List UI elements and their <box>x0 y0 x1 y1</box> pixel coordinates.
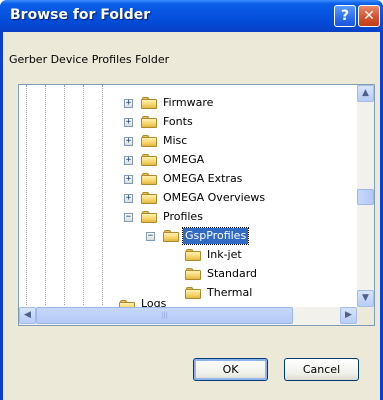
tree-item-profiles[interactable]: − Profiles <box>123 208 353 226</box>
dialog-description: Gerber Device Profiles Folder <box>9 53 170 66</box>
collapse-icon[interactable]: − <box>146 232 155 241</box>
expand-icon[interactable]: + <box>124 118 133 127</box>
tree-item-label: Fonts <box>163 115 193 128</box>
folder-icon <box>141 97 158 110</box>
expand-icon[interactable]: + <box>124 156 133 165</box>
tree-item-firmware[interactable]: + Firmware <box>123 94 353 112</box>
tree-item-omega-overviews[interactable]: + OMEGA Overviews <box>123 189 353 207</box>
expand-icon[interactable]: + <box>124 99 133 108</box>
tree-item-label: OMEGA Extras <box>163 172 243 185</box>
tree-item-label: Misc <box>163 134 188 147</box>
tree-item-fonts[interactable]: + Fonts <box>123 113 353 131</box>
expand-icon[interactable]: + <box>124 137 133 146</box>
tree-item-label: OMEGA <box>163 153 205 166</box>
dialog-body: Gerber Device Profiles Folder + Firmware… <box>3 32 380 400</box>
scrollbar-corner <box>357 307 374 325</box>
scroll-right-button[interactable]: ▶ <box>340 307 357 324</box>
tree-guide-line <box>64 85 65 305</box>
tree-item-label: GspProfiles <box>181 227 250 245</box>
title-bar[interactable]: Browse for Folder ? ✕ <box>0 0 383 32</box>
tree-item-omega[interactable]: + OMEGA <box>123 151 353 169</box>
tree-item-label: OMEGA Overviews <box>163 191 266 204</box>
tree-item-logs[interactable]: Logs <box>101 298 301 307</box>
folder-icon <box>141 173 158 186</box>
horizontal-scroll-thumb[interactable]: ||| <box>36 307 293 324</box>
cancel-button[interactable]: Cancel <box>284 358 359 381</box>
folder-icon <box>185 268 202 281</box>
tree-item-misc[interactable]: + Misc <box>123 132 353 150</box>
help-button[interactable]: ? <box>334 5 356 27</box>
folder-open-icon <box>141 211 158 224</box>
vertical-scroll-thumb[interactable] <box>357 189 374 205</box>
scroll-up-button[interactable]: ▲ <box>357 85 374 102</box>
tree-item-standard[interactable]: Standard <box>167 265 353 283</box>
expand-icon[interactable]: + <box>124 175 133 184</box>
tree-item-label: Ink-jet <box>207 248 242 261</box>
expand-icon[interactable]: + <box>124 194 133 203</box>
tree-guide-line <box>26 85 27 305</box>
tree-item-gspprofiles[interactable]: − GspProfiles <box>145 227 353 245</box>
horizontal-scrollbar[interactable]: ◀ ||| ▶ <box>19 307 357 325</box>
tree-item-label: Logs <box>141 298 167 307</box>
tree-item-label: Standard <box>207 267 258 280</box>
folder-tree[interactable]: + Firmware + Fonts + Misc + OMEGA + OMEG… <box>18 84 375 326</box>
folder-open-icon <box>163 230 180 243</box>
tree-item-omega-extras[interactable]: + OMEGA Extras <box>123 170 353 188</box>
folder-icon <box>185 249 202 262</box>
tree-item-ink-jet[interactable]: Ink-jet <box>167 246 353 264</box>
folder-icon <box>141 116 158 129</box>
tree-item-label: Profiles <box>163 210 203 223</box>
ok-button[interactable]: OK <box>193 358 268 381</box>
tree-guide-line <box>45 85 46 305</box>
folder-icon <box>141 135 158 148</box>
browse-for-folder-dialog: Browse for Folder ? ✕ Gerber Device Prof… <box>0 0 383 400</box>
folder-icon <box>141 192 158 205</box>
tree-guide-line <box>83 85 84 305</box>
tree-guide-line <box>102 85 103 305</box>
window-title: Browse for Folder <box>10 7 151 23</box>
scroll-down-button[interactable]: ▼ <box>357 290 374 307</box>
close-button[interactable]: ✕ <box>358 5 380 27</box>
folder-icon <box>119 300 136 307</box>
collapse-icon[interactable]: − <box>124 213 133 222</box>
folder-icon <box>141 154 158 167</box>
tree-item-label: Firmware <box>163 96 214 109</box>
scroll-left-button[interactable]: ◀ <box>19 307 36 324</box>
vertical-scrollbar[interactable]: ▲ ▼ <box>357 85 374 307</box>
